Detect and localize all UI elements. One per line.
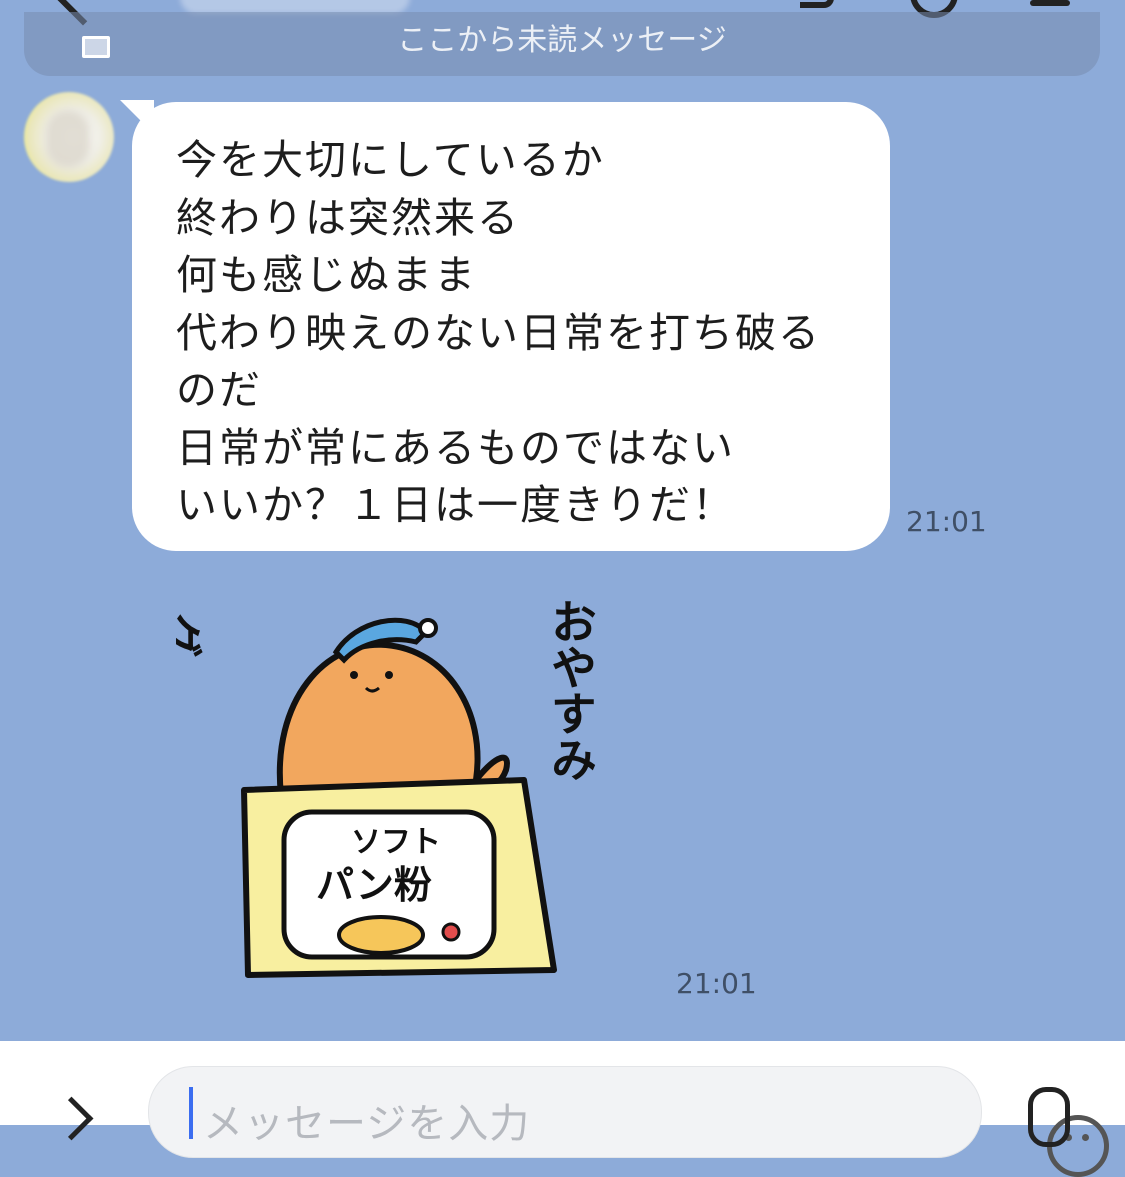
sticker-cap-pom <box>418 618 438 638</box>
smiley-eye <box>1082 1134 1089 1141</box>
message-text: 今を大切にしているか 終わりは突然来る 何も感じぬまま 代わり映えのない日常を打… <box>176 132 821 535</box>
sticker-eye <box>385 671 393 679</box>
sticker-eye <box>350 671 358 679</box>
message-bubble[interactable]: 今を大切にしているか 終わりは突然来る 何も感じぬまま 代わり映えのない日常を打… <box>132 102 890 551</box>
message-icon <box>82 36 110 58</box>
unread-divider: ここから未読メッセージ <box>24 12 1100 76</box>
message-line: のだ <box>176 366 262 414</box>
sticker-timestamp: 21:01 <box>676 967 757 1000</box>
microphone-icon[interactable] <box>1028 1087 1070 1147</box>
menu-icon[interactable] <box>1030 0 1070 6</box>
sticker-goodnight[interactable]: グッナイ おやすみ ソフト パン粉 <box>176 580 636 990</box>
message-input-placeholder: メッセージを入力 <box>203 1101 531 1147</box>
avatar[interactable] <box>24 92 114 182</box>
message-input[interactable]: メッセージを入力 <box>148 1066 1109 1177</box>
message-line: 今を大切にしているか <box>176 136 605 184</box>
composer-bar: メッセージを入力 <box>0 1041 1125 1177</box>
text-caret <box>189 1087 193 1139</box>
sticker-bag-text-2: パン粉 <box>316 863 432 907</box>
sticker-text-left-1: グッナイ <box>176 605 204 659</box>
message-line: 日常が常にあるものではない <box>176 423 735 472</box>
sticker-bag-crumb <box>337 915 425 955</box>
sticker-text-right: おやすみ <box>544 598 598 782</box>
unread-divider-label: ここから未読メッセージ <box>397 23 727 58</box>
message-line: 終わりは突然来る <box>176 193 520 242</box>
expand-chevron-icon[interactable] <box>49 1096 94 1141</box>
sticker-bag-garnish <box>441 922 461 942</box>
sticker-bag-text-1: ソフト <box>351 825 441 860</box>
message-line: いいか？１日は一度きりだ！ <box>176 481 735 529</box>
avatar-photo <box>46 110 90 168</box>
message-line: 何も感じぬまま <box>176 251 477 299</box>
message-line: 代わり映えのない日常を打ち破る <box>176 308 821 357</box>
search-icon[interactable] <box>800 0 834 8</box>
message-timestamp: 21:01 <box>906 505 987 538</box>
